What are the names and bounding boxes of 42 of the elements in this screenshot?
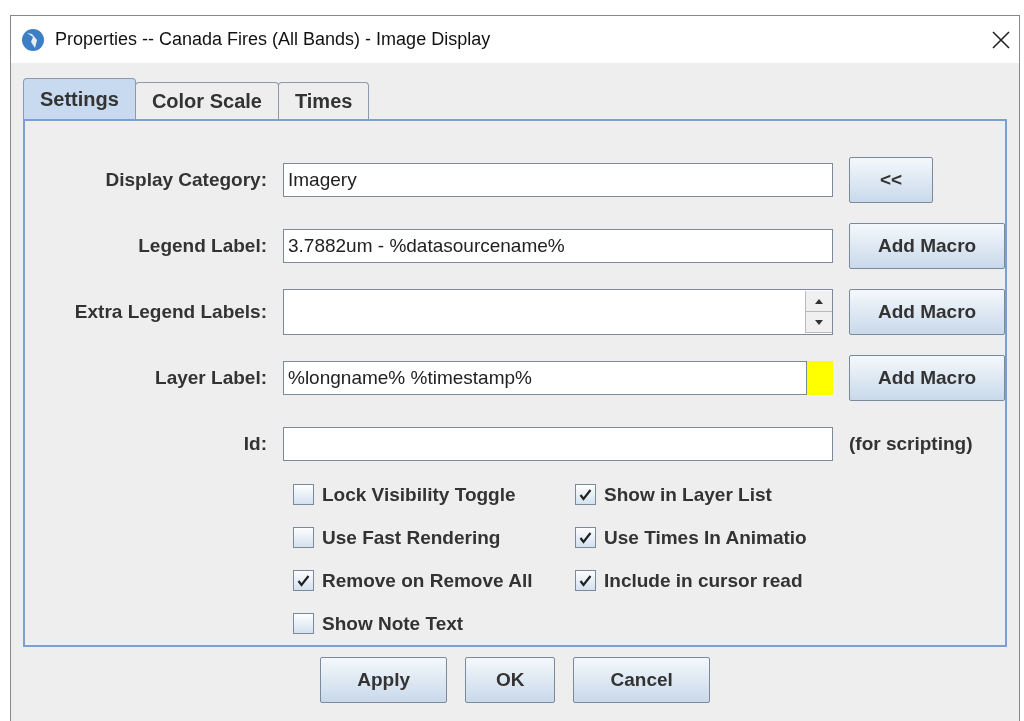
checkbox[interactable]	[293, 570, 314, 591]
text-field[interactable]: 3.7882um - %datasourcename%	[283, 229, 833, 263]
check-icon	[579, 574, 592, 587]
collapse-button[interactable]: <<	[849, 157, 934, 203]
checkbox-label[interactable]: Include in cursor read	[604, 569, 803, 592]
dialog-button[interactable]: Cancel	[573, 657, 710, 703]
check-icon	[579, 488, 592, 501]
hint-text: (for scripting)	[849, 433, 973, 455]
checkbox[interactable]	[575, 570, 596, 591]
checkbox[interactable]	[575, 527, 596, 548]
checkbox-label[interactable]: Use Times In Animatio	[604, 526, 807, 549]
dialog-button[interactable]: Apply	[320, 657, 447, 703]
checkbox-label[interactable]: Use Fast Rendering	[322, 526, 501, 549]
color-swatch[interactable]	[807, 361, 833, 395]
spinner-arrows-icon[interactable]	[805, 291, 832, 333]
dialog-button[interactable]: OK	[465, 657, 556, 703]
field-label: Display Category:	[104, 169, 267, 191]
add-macro-button[interactable]: Add Macro	[849, 223, 1006, 269]
field-label: Extra Legend Labels:	[73, 301, 267, 323]
add-macro-button[interactable]: Add Macro	[849, 289, 1006, 335]
checkbox-label[interactable]: Remove on Remove All	[322, 569, 533, 592]
text-field[interactable]: Imagery	[283, 163, 833, 197]
field-label: Legend Label:	[137, 235, 267, 257]
field-label: Id:	[242, 433, 267, 455]
text-field[interactable]: %longname% %timestamp%	[283, 361, 807, 395]
checkbox[interactable]	[293, 613, 314, 634]
checkbox-label[interactable]: Show Note Text	[322, 612, 464, 635]
close-icon[interactable]	[991, 29, 1011, 50]
checkbox[interactable]	[293, 484, 314, 505]
checkbox-label[interactable]: Show in Layer List	[604, 483, 772, 506]
checkbox[interactable]	[293, 527, 314, 548]
tab[interactable]: Settings	[23, 78, 136, 119]
add-macro-button[interactable]: Add Macro	[849, 355, 1006, 401]
text-field[interactable]	[283, 427, 833, 461]
check-icon	[297, 574, 310, 587]
checkbox-label[interactable]: Lock Visibility Toggle	[322, 483, 516, 506]
checkbox[interactable]	[575, 484, 596, 505]
check-icon	[579, 531, 592, 544]
tab[interactable]: Times	[277, 82, 370, 119]
globe-icon	[21, 27, 45, 52]
field-label: Layer Label:	[154, 367, 267, 389]
window-title: Properties -- Canada Fires (All Bands) - Image Display	[55, 29, 492, 50]
